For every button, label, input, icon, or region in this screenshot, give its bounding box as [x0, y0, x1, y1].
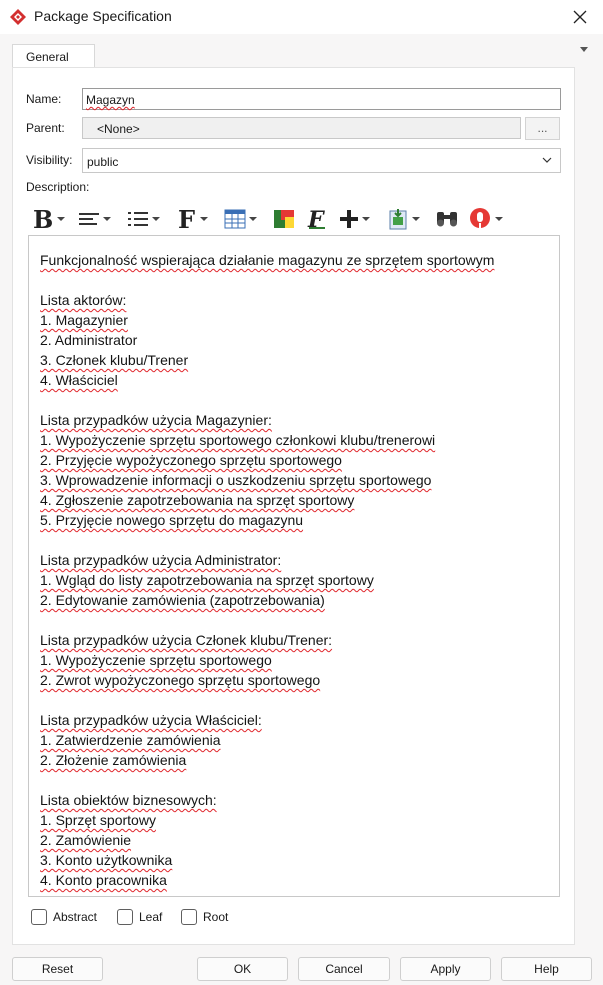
insert-icon: [340, 210, 358, 228]
app-logo-icon: [10, 9, 26, 25]
reset-button[interactable]: Reset: [12, 957, 103, 981]
svg-text:F: F: [307, 208, 325, 230]
parent-field[interactable]: <None>: [82, 117, 521, 139]
description-line: 2. Administrator: [40, 332, 138, 348]
bold-icon: B: [33, 207, 53, 231]
font-icon: F: [178, 207, 195, 231]
visibility-value: public: [87, 155, 119, 169]
description-line: 2. Przyjęcie wypożyczonego sprzętu sport…: [40, 452, 342, 468]
insert-button[interactable]: [339, 204, 370, 234]
description-line: Lista przypadków użycia Administrator:: [40, 552, 282, 568]
visibility-select[interactable]: public: [82, 148, 561, 173]
root-checkbox[interactable]: Root: [181, 907, 228, 927]
find-icon: [437, 212, 457, 227]
description-editor[interactable]: Funkcjonalność wspierająca działanie mag…: [28, 235, 560, 897]
font-button[interactable]: F: [177, 204, 208, 234]
list-icon: [128, 212, 148, 226]
description-label: Description:: [26, 180, 90, 194]
link-icon: [389, 209, 407, 230]
apply-button[interactable]: Apply: [400, 957, 491, 981]
format-icon: F: [307, 208, 325, 230]
tab-menu-icon[interactable]: [579, 46, 589, 54]
description-line: 2. Złożenie zamówienia: [40, 752, 187, 768]
svg-text:F: F: [178, 207, 195, 231]
root-label: Root: [203, 910, 229, 924]
description-line: Lista obiektów biznesowych:: [40, 792, 217, 808]
help-button[interactable]: Help: [501, 957, 592, 981]
description-toolbar: B F F: [28, 204, 562, 234]
description-line: 1. Magazynier: [40, 312, 128, 328]
description-line: Lista przypadków użycia Magazynier:: [40, 412, 272, 428]
align-button[interactable]: [78, 204, 111, 234]
description-line: 2. Zamówienie: [40, 832, 132, 848]
description-line: 3. Konto użytkownika: [40, 852, 173, 868]
description-line: 3. Wprowadzenie informacji o uszkodzeniu…: [40, 472, 432, 488]
abstract-checkbox[interactable]: Abstract: [31, 907, 97, 927]
description-line: 4. Konto pracownika: [40, 872, 167, 888]
close-icon: [573, 10, 587, 24]
find-button[interactable]: [435, 204, 459, 234]
leaf-checkbox[interactable]: Leaf: [117, 907, 162, 927]
color-button[interactable]: [273, 204, 295, 234]
name-field[interactable]: Magazyn: [82, 88, 561, 110]
description-line: 5. Przyjęcie nowego sprzętu do magazynu: [40, 512, 304, 528]
visibility-label: Visibility:: [26, 153, 73, 167]
link-button[interactable]: [387, 204, 420, 234]
parent-label: Parent:: [26, 121, 65, 135]
description-line: 4. Właściciel: [40, 372, 118, 388]
table-icon: [224, 209, 246, 229]
description-line: 2. Zwrot wypożyczonego sprzętu sportoweg…: [40, 672, 321, 688]
align-icon: [79, 213, 99, 225]
color-icon: [274, 210, 294, 228]
table-button[interactable]: [224, 204, 257, 234]
description-line: 3. Członek klubu/Trener: [40, 352, 189, 368]
tab-strip: General: [0, 34, 603, 69]
description-line: Lista przypadków użycia Właściciel:: [40, 712, 262, 728]
tab-general[interactable]: General: [12, 44, 95, 69]
description-line: 1. Sprzęt sportowy: [40, 812, 156, 828]
abstract-checkbox-box[interactable]: [31, 909, 47, 925]
name-value: Magazyn: [86, 93, 135, 107]
spellcheck-icon: [470, 208, 490, 228]
description-line: Lista przypadków użycia Członek klubu/Tr…: [40, 632, 333, 648]
description-line: 1. Wypożyczenie sprzętu sportowego: [40, 652, 272, 668]
description-line: 1. Wypożyczenie sprzętu sportowego człon…: [40, 432, 436, 448]
description-line: 2. Edytowanie zamówienia (zapotrzebowani…: [40, 592, 325, 608]
leaf-label: Leaf: [139, 910, 163, 924]
cancel-button[interactable]: Cancel: [298, 957, 390, 981]
svg-text:B: B: [33, 207, 53, 231]
description-line: 1. Zatwierdzenie zamówienia: [40, 732, 221, 748]
bold-button[interactable]: B: [32, 204, 65, 234]
spellcheck-button[interactable]: [468, 204, 503, 234]
close-button[interactable]: [557, 0, 603, 34]
list-button[interactable]: [127, 204, 160, 234]
chevron-down-icon: [542, 157, 552, 163]
window-title: Package Specification: [34, 8, 172, 24]
abstract-label: Abstract: [53, 910, 98, 924]
description-line: 4. Zgłoszenie zapotrzebowania na sprzęt …: [40, 492, 355, 508]
description-line: Funkcjonalność wspierająca działanie mag…: [40, 252, 495, 268]
parent-browse-button[interactable]: ...: [525, 117, 560, 140]
format-button[interactable]: F: [306, 204, 328, 234]
leaf-checkbox-box[interactable]: [117, 909, 133, 925]
description-line: Lista aktorów:: [40, 292, 127, 308]
root-checkbox-box[interactable]: [181, 909, 197, 925]
ok-button[interactable]: OK: [197, 957, 288, 981]
name-label: Name:: [26, 92, 62, 106]
title-bar: Package Specification: [0, 0, 603, 34]
description-line: 1. Wgląd do listy zapotrzebowania na spr…: [40, 572, 374, 588]
